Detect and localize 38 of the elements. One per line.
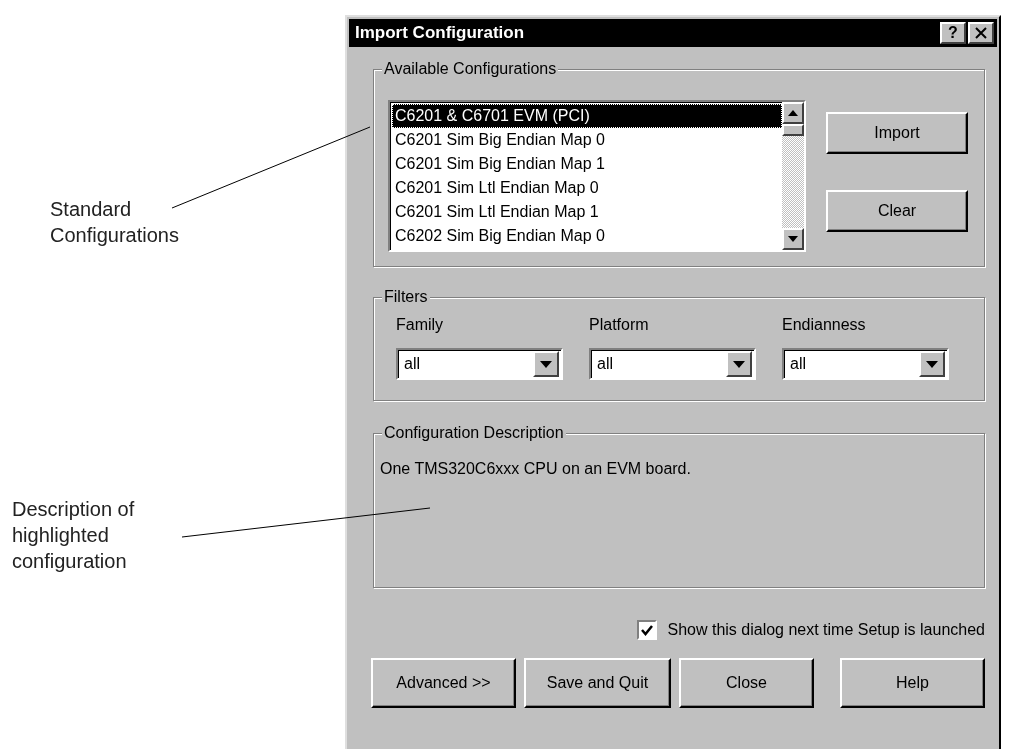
annotation-label: Standard Configurations <box>50 197 180 248</box>
description-text: One TMS320C6xxx CPU on an EVM board. <box>380 460 691 477</box>
dropdown-field[interactable]: all <box>396 348 563 380</box>
dialog-button[interactable]: Save and Quit <box>524 658 671 708</box>
dropdown-arrow-icon <box>540 360 552 368</box>
dropdown-arrow-icon <box>926 360 938 368</box>
field-label: Endianness <box>782 316 867 334</box>
field-label: Family <box>396 316 445 334</box>
dialog-button[interactable]: Help <box>840 658 985 708</box>
dropdown-field[interactable]: all <box>782 348 949 380</box>
close-button[interactable] <box>968 22 994 44</box>
checkbox[interactable] <box>637 620 658 640</box>
action-button[interactable]: Import <box>826 112 968 154</box>
dropdown-field[interactable]: all <box>589 348 756 380</box>
field-label: Platform <box>589 316 650 334</box>
help-button[interactable]: ? <box>940 22 966 44</box>
window-title: Import Configuration <box>355 23 526 43</box>
group-label: Configuration Description <box>382 423 566 443</box>
list-item[interactable]: C6201 Sim Ltl Endian Map 0 <box>392 176 782 200</box>
scroll-up-icon[interactable] <box>788 110 798 116</box>
checkbox-label[interactable]: Show this dialog next time Setup is launched <box>667 621 985 639</box>
list-item[interactable]: C6201 Sim Big Endian Map 0 <box>392 128 782 152</box>
dropdown-arrow-icon <box>733 360 745 368</box>
scroll-down-icon[interactable] <box>788 236 798 242</box>
list-item[interactable]: C6201 Sim Ltl Endian Map 1 <box>392 200 782 224</box>
configuration-list[interactable]: C6201 & C6701 EVM (PCI) C6201 Sim Big Endian Map 0 C6201 Sim Big Endian Map 1 C6201 Sim Ltl Endian Map 0 C6201 Sim Ltl Endian Map 1 C6202 Sim Big Endian Map 0 <box>388 100 806 252</box>
dialog-button[interactable]: Close <box>678 658 814 708</box>
list-item[interactable]: C6201 & C6701 EVM (PCI) <box>392 104 782 128</box>
dialog-button[interactable]: Advanced >> <box>371 658 516 708</box>
scrollbar[interactable] <box>782 102 804 250</box>
list-item[interactable]: C6202 Sim Big Endian Map 0 <box>392 224 782 248</box>
group-label: Available Configurations <box>382 59 559 79</box>
action-button[interactable]: Clear <box>826 190 968 232</box>
check-icon <box>641 624 654 636</box>
annotation-label: Description of highlighted configuration <box>12 497 136 574</box>
scroll-thumb[interactable] <box>782 124 804 136</box>
list-item[interactable]: C6201 Sim Big Endian Map 1 <box>392 152 782 176</box>
close-icon <box>974 27 988 39</box>
